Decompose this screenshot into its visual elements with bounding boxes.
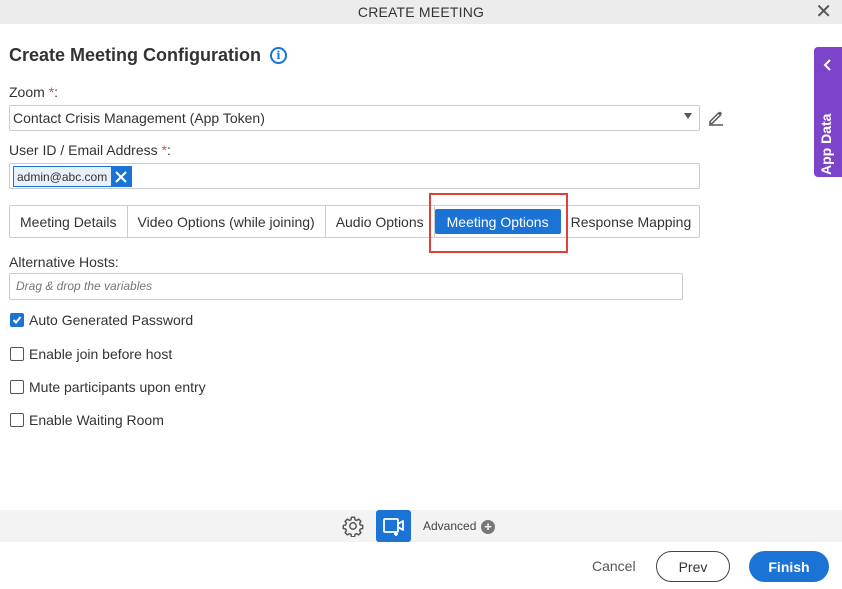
- close-icon[interactable]: ✕: [815, 2, 832, 22]
- waiting-room-checkbox[interactable]: [10, 413, 24, 427]
- zoom-select-value: Contact Crisis Management (App Token): [13, 110, 265, 126]
- tab-video-options[interactable]: Video Options (while joining): [128, 206, 326, 237]
- email-tag: admin@abc.com: [13, 166, 133, 187]
- join-before-host-option[interactable]: Enable join before host: [10, 346, 172, 362]
- plus-icon[interactable]: +: [481, 520, 495, 534]
- waiting-room-label: Enable Waiting Room: [29, 412, 164, 428]
- mute-on-entry-label: Mute participants upon entry: [29, 379, 206, 395]
- finish-button[interactable]: Finish: [749, 551, 829, 582]
- app-data-panel-tab[interactable]: App Data: [814, 47, 842, 177]
- join-before-host-checkbox[interactable]: [10, 347, 24, 361]
- options-tabs: Meeting Details Video Options (while joi…: [9, 205, 700, 238]
- waiting-room-option[interactable]: Enable Waiting Room: [10, 412, 164, 428]
- dialog-title: CREATE MEETING: [357, 4, 485, 20]
- zoom-label: Zoom *:: [9, 84, 59, 100]
- tab-response-mapping[interactable]: Response Mapping: [561, 206, 702, 237]
- auto-password-label: Auto Generated Password: [29, 312, 194, 328]
- zoom-select[interactable]: Contact Crisis Management (App Token): [9, 105, 700, 131]
- user-id-label: User ID / Email Address *:: [9, 142, 171, 158]
- alternative-hosts-input[interactable]: Drag & drop the variables: [9, 273, 683, 300]
- page-heading: Create Meeting Configuration i: [9, 45, 288, 66]
- tab-meeting-details[interactable]: Meeting Details: [10, 206, 128, 237]
- highlight-box: [429, 193, 568, 253]
- mute-on-entry-option[interactable]: Mute participants upon entry: [10, 379, 206, 395]
- app-data-label: App Data: [818, 113, 834, 175]
- info-icon[interactable]: i: [270, 47, 288, 64]
- dialog-titlebar: CREATE MEETING ✕: [0, 0, 842, 24]
- email-tag-label: admin@abc.com: [14, 167, 112, 186]
- alternative-hosts-label: Alternative Hosts:: [9, 254, 119, 270]
- bottom-toolbar: Advanced +: [0, 510, 842, 542]
- tab-audio-options[interactable]: Audio Options: [326, 206, 435, 237]
- cancel-button[interactable]: Cancel: [592, 558, 636, 574]
- gear-icon[interactable]: [342, 515, 364, 537]
- pencil-icon[interactable]: [707, 108, 725, 126]
- auto-password-option[interactable]: Auto Generated Password: [10, 312, 193, 328]
- prev-button[interactable]: Prev: [656, 551, 730, 582]
- mute-on-entry-checkbox[interactable]: [10, 380, 24, 394]
- video-add-icon: [382, 518, 404, 536]
- remove-tag-icon[interactable]: [111, 167, 132, 186]
- video-meeting-button[interactable]: [376, 510, 411, 542]
- user-id-input[interactable]: admin@abc.com: [9, 163, 700, 189]
- page-title: Create Meeting Configuration: [9, 45, 262, 65]
- auto-password-checkbox[interactable]: [10, 313, 24, 327]
- chevron-down-icon[interactable]: [684, 113, 692, 119]
- chevron-left-icon[interactable]: [823, 59, 833, 71]
- join-before-host-label: Enable join before host: [29, 346, 173, 362]
- advanced-label[interactable]: Advanced: [423, 519, 476, 533]
